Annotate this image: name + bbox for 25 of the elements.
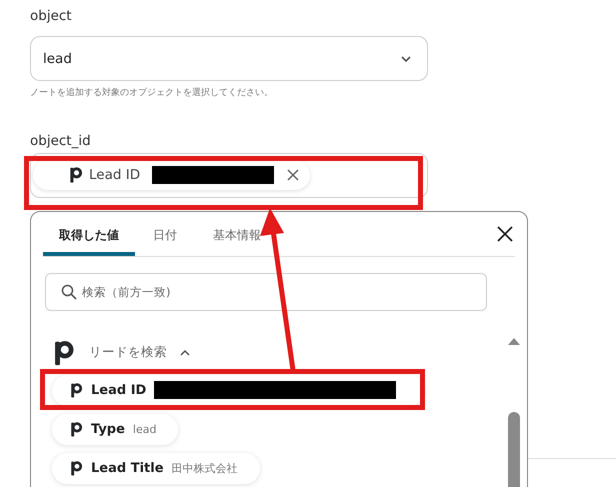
- select-field[interactable]: lead: [30, 36, 428, 81]
- field-label: object_id: [30, 133, 92, 151]
- list-item[interactable]: Type lead: [52, 414, 178, 444]
- close-button[interactable]: [497, 226, 513, 242]
- logo-icon: [53, 339, 75, 366]
- tab[interactable]: 取得した値: [43, 212, 135, 256]
- list-item[interactable]: Lead Title 田中株式会社: [52, 452, 260, 484]
- input-field[interactable]: Lead ID: [30, 153, 428, 198]
- value-chip[interactable]: Lead ID: [33, 160, 310, 190]
- logo-icon: [70, 382, 83, 398]
- field-label: object: [30, 8, 73, 26]
- logo-icon: [70, 460, 83, 476]
- close-icon: [497, 226, 513, 242]
- chip-label: Lead ID: [89, 167, 140, 183]
- tab[interactable]: 基本情報: [199, 212, 275, 256]
- logo-icon: [70, 420, 83, 438]
- scrollbar-thumb[interactable]: [508, 412, 520, 487]
- tab[interactable]: 日付: [139, 212, 191, 256]
- hint-text: ノートを追加する対象のオブジェクトを選択してください。: [30, 86, 274, 99]
- scroll-up-icon: [507, 337, 521, 346]
- group-header[interactable]: リードを検索: [89, 344, 191, 362]
- logo-icon: [69, 166, 83, 184]
- search-field[interactable]: 検索（前方一致): [45, 273, 487, 311]
- search-icon: [61, 284, 77, 300]
- close-icon: [286, 168, 300, 182]
